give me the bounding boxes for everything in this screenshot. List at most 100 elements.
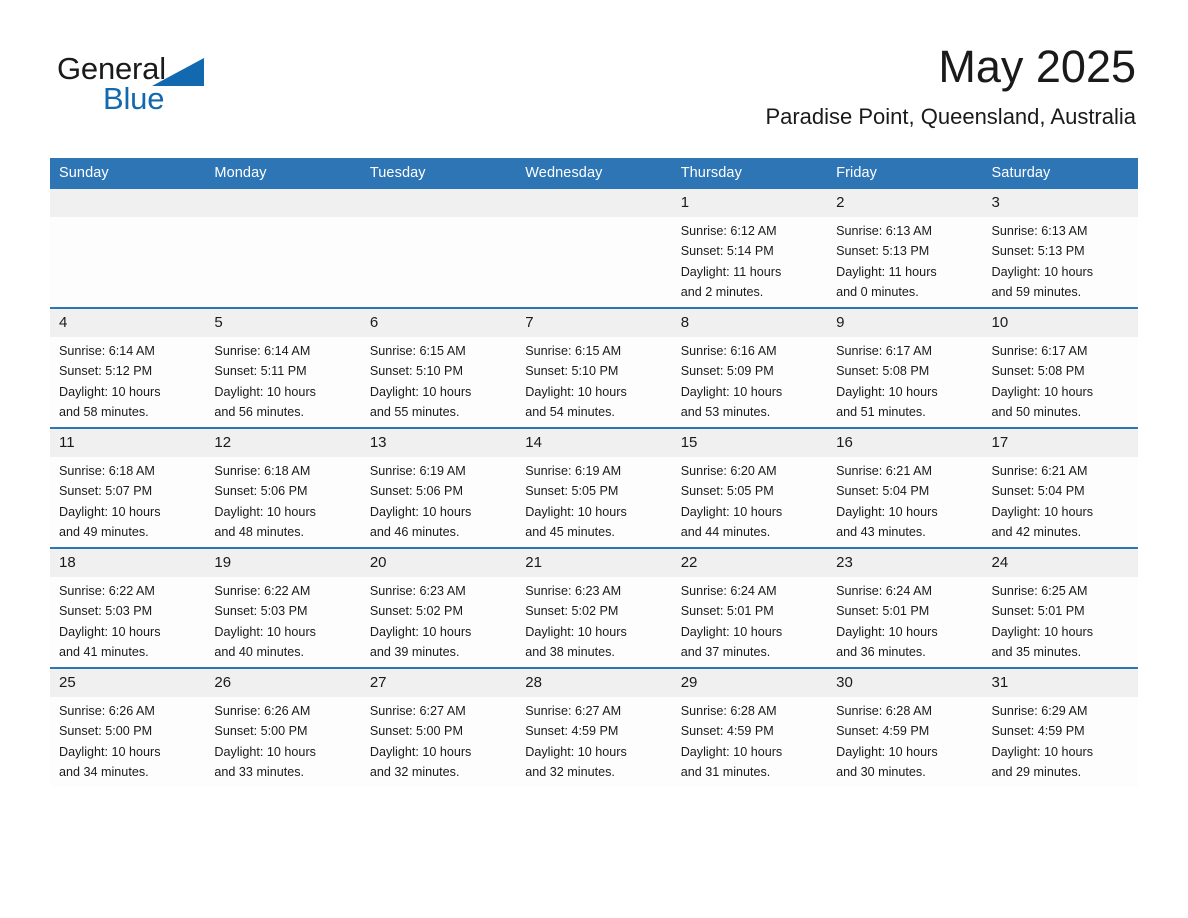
- daylight-duration-line2: and 48 minutes.: [214, 524, 305, 539]
- daylight-duration-line1: Daylight: 10 hours: [991, 504, 1094, 519]
- general-blue-logo[interactable]: General Blue: [57, 52, 257, 114]
- day-details: Sunrise: 6:18 AM Sunset: 5:06 PM Daylight:…: [205, 457, 360, 542]
- sunset-time: Sunset: 5:00 PM: [369, 724, 463, 739]
- sunset-time: Sunset: 5:07 PM: [59, 484, 153, 499]
- sunset-time: Sunset: 5:03 PM: [214, 604, 308, 619]
- weekday-header-tuesday: Tuesday: [360, 158, 517, 189]
- sunrise-time: Sunrise: 6:13 AM: [991, 224, 1088, 238]
- daylight-duration-line2: and 31 minutes.: [680, 764, 771, 779]
- calendar-day-cell[interactable]: 17 Sunrise: 6:21 AM Sunset: 5:04 PM Dayligh…: [982, 427, 1138, 548]
- calendar-day-cell[interactable]: 25 Sunrise: 6:26 AM Sunset: 5:00 PM Dayligh…: [50, 667, 206, 787]
- calendar-day-cell[interactable]: 31 Sunrise: 6:29 AM Sunset: 4:59 PM Dayligh…: [982, 667, 1138, 787]
- sunset-time: Sunset: 5:06 PM: [369, 484, 463, 499]
- calendar-day-cell[interactable]: 3 Sunrise: 6:13 AM Sunset: 5:13 PM Daylight…: [982, 189, 1138, 308]
- calendar-day-cell[interactable]: 27 Sunrise: 6:27 AM Sunset: 5:00 PM Dayligh…: [360, 667, 517, 787]
- calendar-day-cell[interactable]: 9 Sunrise: 6:17 AM Sunset: 5:08 PM Daylight…: [827, 307, 983, 428]
- sunrise-time: Sunrise: 6:14 AM: [59, 344, 155, 358]
- day-number: 11: [50, 429, 206, 457]
- calendar-day-cell[interactable]: 7 Sunrise: 6:15 AM Sunset: 5:10 PM Daylight…: [516, 307, 672, 428]
- calendar-day-cell[interactable]: 8 Sunrise: 6:16 AM Sunset: 5:09 PM Daylight…: [671, 307, 828, 428]
- day-details: Sunrise: 6:24 AM Sunset: 5:01 PM Daylight:…: [827, 577, 982, 662]
- day-number: 18: [50, 549, 206, 577]
- daylight-duration-line1: Daylight: 10 hours: [836, 384, 938, 399]
- daylight-duration-line1: Daylight: 10 hours: [525, 384, 627, 399]
- daylight-duration-line1: Daylight: 10 hours: [59, 624, 161, 639]
- calendar-day-cell[interactable]: 16 Sunrise: 6:21 AM Sunset: 5:04 PM Dayligh…: [827, 427, 983, 548]
- sunset-time: Sunset: 5:01 PM: [991, 604, 1085, 619]
- calendar-day-cell[interactable]: 22 Sunrise: 6:24 AM Sunset: 5:01 PM Dayligh…: [671, 547, 828, 668]
- sunrise-time: Sunrise: 6:28 AM: [680, 704, 777, 718]
- daylight-duration-line2: and 59 minutes.: [991, 284, 1082, 299]
- day-number: 20: [360, 549, 517, 577]
- calendar-day-cell[interactable]: 18 Sunrise: 6:22 AM Sunset: 5:03 PM Dayligh…: [50, 547, 206, 668]
- calendar-day-cell[interactable]: 21 Sunrise: 6:23 AM Sunset: 5:02 PM Dayligh…: [516, 547, 672, 668]
- calendar-day-cell[interactable]: 11 Sunrise: 6:18 AM Sunset: 5:07 PM Dayligh…: [50, 427, 206, 548]
- day-number: 12: [205, 429, 361, 457]
- day-number: 25: [50, 669, 206, 697]
- day-number: 5: [205, 309, 361, 337]
- sunset-time: Sunset: 5:14 PM: [680, 244, 774, 259]
- page-title: May 2025: [938, 41, 1136, 92]
- sunset-time: Sunset: 5:09 PM: [680, 364, 774, 379]
- calendar-day-cell[interactable]: 13 Sunrise: 6:19 AM Sunset: 5:06 PM Dayligh…: [360, 427, 517, 548]
- day-number: 27: [360, 669, 517, 697]
- calendar-day-cell[interactable]: 19 Sunrise: 6:22 AM Sunset: 5:03 PM Dayligh…: [205, 547, 361, 668]
- day-number: 30: [827, 669, 983, 697]
- sunset-time: Sunset: 4:59 PM: [836, 724, 930, 739]
- day-details: Sunrise: 6:26 AM Sunset: 5:00 PM Daylight:…: [50, 697, 205, 782]
- daylight-duration-line2: and 33 minutes.: [214, 764, 305, 779]
- sunrise-time: Sunrise: 6:28 AM: [836, 704, 933, 718]
- calendar-day-cell[interactable]: 5 Sunrise: 6:14 AM Sunset: 5:11 PM Daylight…: [205, 307, 361, 428]
- daylight-duration-line1: Daylight: 10 hours: [525, 504, 627, 519]
- calendar-day-cell[interactable]: 10 Sunrise: 6:17 AM Sunset: 5:08 PM Dayligh…: [982, 307, 1138, 428]
- sunset-time: Sunset: 5:00 PM: [59, 724, 153, 739]
- day-number: 14: [516, 429, 672, 457]
- day-details: Sunrise: 6:23 AM Sunset: 5:02 PM Daylight:…: [361, 577, 516, 662]
- calendar-day-cell[interactable]: 1 Sunrise: 6:12 AM Sunset: 5:14 PM Daylight…: [671, 189, 828, 308]
- day-details: Sunrise: 6:14 AM Sunset: 5:11 PM Daylight:…: [205, 337, 360, 422]
- calendar-day-cell[interactable]: 20 Sunrise: 6:23 AM Sunset: 5:02 PM Dayligh…: [360, 547, 517, 668]
- calendar-day-cell[interactable]: 24 Sunrise: 6:25 AM Sunset: 5:01 PM Dayligh…: [982, 547, 1138, 668]
- daylight-duration-line2: and 38 minutes.: [525, 644, 615, 659]
- calendar-day-cell[interactable]: 14 Sunrise: 6:19 AM Sunset: 5:05 PM Dayligh…: [516, 427, 672, 548]
- day-number: 9: [827, 309, 983, 337]
- day-number: 26: [205, 669, 361, 697]
- day-details: Sunrise: 6:28 AM Sunset: 4:59 PM Daylight:…: [672, 697, 827, 782]
- calendar-day-cell[interactable]: 15 Sunrise: 6:20 AM Sunset: 5:05 PM Dayligh…: [671, 427, 828, 548]
- sunrise-time: Sunrise: 6:27 AM: [525, 704, 622, 718]
- daylight-duration-line2: and 58 minutes.: [59, 404, 149, 419]
- day-details: Sunrise: 6:28 AM Sunset: 4:59 PM Daylight:…: [827, 697, 982, 782]
- sunset-time: Sunset: 5:01 PM: [680, 604, 774, 619]
- calendar-day-cell[interactable]: 28 Sunrise: 6:27 AM Sunset: 4:59 PM Dayligh…: [516, 667, 672, 787]
- day-details: Sunrise: 6:27 AM Sunset: 4:59 PM Daylight:…: [516, 697, 671, 782]
- sunrise-time: Sunrise: 6:21 AM: [836, 464, 933, 478]
- daylight-duration-line1: Daylight: 10 hours: [525, 624, 627, 639]
- day-details: Sunrise: 6:22 AM Sunset: 5:03 PM Daylight:…: [50, 577, 205, 662]
- sunset-time: Sunset: 4:59 PM: [525, 724, 619, 739]
- weekday-header-thursday: Thursday: [671, 158, 828, 189]
- calendar-day-cell[interactable]: 29 Sunrise: 6:28 AM Sunset: 4:59 PM Dayligh…: [671, 667, 828, 787]
- day-details: Sunrise: 6:19 AM Sunset: 5:06 PM Daylight:…: [361, 457, 516, 542]
- daylight-duration-line2: and 56 minutes.: [214, 404, 305, 419]
- daylight-duration-line2: and 32 minutes.: [525, 764, 615, 779]
- calendar-day-cell[interactable]: 6 Sunrise: 6:15 AM Sunset: 5:10 PM Daylight…: [360, 307, 517, 428]
- sunrise-time: Sunrise: 6:25 AM: [991, 584, 1088, 598]
- day-details: Sunrise: 6:20 AM Sunset: 5:05 PM Daylight:…: [672, 457, 827, 542]
- sunset-time: Sunset: 4:59 PM: [680, 724, 774, 739]
- sunset-time: Sunset: 5:11 PM: [214, 364, 307, 379]
- calendar-header-row-group: Sunday Monday Tuesday Wednesday Thursday…: [50, 158, 1138, 189]
- calendar-day-cell[interactable]: 12 Sunrise: 6:18 AM Sunset: 5:06 PM Dayligh…: [205, 427, 361, 548]
- day-number: 28: [516, 669, 672, 697]
- sunset-time: Sunset: 5:00 PM: [214, 724, 308, 739]
- calendar-day-cell[interactable]: 2 Sunrise: 6:13 AM Sunset: 5:13 PM Daylight…: [827, 189, 983, 308]
- calendar-week-row: 18 Sunrise: 6:22 AM Sunset: 5:03 PM Dayligh…: [50, 547, 1138, 668]
- calendar-day-cell[interactable]: 4 Sunrise: 6:14 AM Sunset: 5:12 PM Daylight…: [50, 307, 206, 428]
- calendar-day-cell[interactable]: 26 Sunrise: 6:26 AM Sunset: 5:00 PM Dayligh…: [205, 667, 361, 787]
- calendar-day-cell[interactable]: 30 Sunrise: 6:28 AM Sunset: 4:59 PM Dayligh…: [827, 667, 983, 787]
- daylight-duration-line2: and 44 minutes.: [680, 524, 771, 539]
- daylight-duration-line1: Daylight: 10 hours: [680, 624, 783, 639]
- sunset-time: Sunset: 5:04 PM: [991, 484, 1085, 499]
- daylight-duration-line1: Daylight: 10 hours: [214, 384, 316, 399]
- calendar-day-cell[interactable]: 23 Sunrise: 6:24 AM Sunset: 5:01 PM Dayligh…: [827, 547, 983, 668]
- weekday-header-wednesday: Wednesday: [516, 158, 672, 189]
